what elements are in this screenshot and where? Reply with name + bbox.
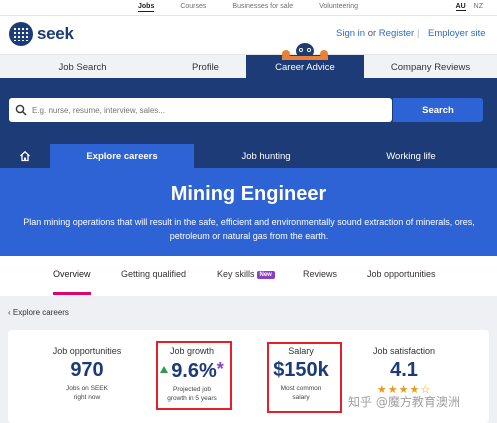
country-switcher: AU NZ: [455, 3, 483, 11]
mascot-icon: [282, 43, 328, 60]
country-au[interactable]: AU: [455, 3, 466, 11]
tab-reviews[interactable]: Reviews: [303, 269, 337, 279]
tab-key-skills-label: Key skills: [217, 269, 255, 279]
highlight-box-salary: [267, 342, 342, 413]
page-title: Mining Engineer: [170, 183, 327, 205]
stat-value: 4.1: [390, 359, 418, 381]
stat-job-satisfaction: Job satisfaction 4.1 ★★★★☆: [358, 346, 450, 396]
search-box: [9, 98, 392, 122]
topbar-link-businesses[interactable]: Businesses for sale: [232, 3, 293, 12]
tab-profile[interactable]: Profile: [165, 55, 246, 79]
search-button[interactable]: Search: [393, 98, 483, 122]
stat-job-opportunities: Job opportunities 970 Jobs on SEEK right…: [28, 346, 146, 402]
sign-in-register: Sign in or Register: [336, 28, 414, 39]
topbar-link-jobs[interactable]: Jobs: [138, 3, 155, 12]
subtab-working-life[interactable]: Working life: [338, 144, 484, 168]
chevron-left-icon: ‹: [8, 308, 11, 317]
stat-sub-2: right now: [73, 394, 101, 401]
seek-logo-icon: [9, 22, 33, 46]
active-tab-indicator: [53, 292, 91, 295]
tab-job-opportunities[interactable]: Job opportunities: [367, 269, 436, 279]
career-description: Plan mining operations that will result …: [23, 217, 475, 241]
sign-in-link[interactable]: Sign in: [336, 28, 365, 39]
watermark-text: 知乎 @魔方教育澳洲: [348, 395, 460, 409]
stat-label: Job opportunities: [52, 346, 122, 356]
seek-logo[interactable]: seek: [9, 22, 74, 46]
tab-job-search[interactable]: Job Search: [0, 55, 165, 79]
stat-sub-1: Jobs on SEEK: [66, 385, 108, 392]
topbar-link-courses[interactable]: Courses: [180, 3, 206, 12]
header-separator: |: [417, 28, 420, 38]
subtab-explore-careers[interactable]: Explore careers: [50, 144, 194, 168]
breadcrumb-explore-careers: Explore careers: [12, 308, 69, 317]
subtab-job-hunting[interactable]: Job hunting: [194, 144, 338, 168]
home-icon: [20, 150, 30, 162]
search-band: Search: [0, 78, 497, 144]
site-header: seek Sign in or Register | Employer site: [0, 16, 497, 54]
stat-value: 970: [70, 359, 104, 381]
tab-getting-qualified[interactable]: Getting qualified: [121, 269, 186, 279]
tab-key-skills[interactable]: Key skills New: [217, 269, 275, 279]
main-nav: Job Search Profile Career Advice Company…: [0, 54, 497, 79]
top-strip: Jobs Courses Businesses for sale Volunte…: [0, 0, 497, 16]
or-text: or: [367, 28, 377, 39]
tab-overview[interactable]: Overview: [53, 269, 91, 279]
home-button[interactable]: [0, 144, 50, 168]
section-tabs: Overview Getting qualified Key skills New…: [0, 256, 497, 296]
tab-company-reviews[interactable]: Company Reviews: [364, 55, 497, 79]
breadcrumb[interactable]: ‹ Explore careers: [8, 308, 69, 317]
employer-site-link[interactable]: Employer site: [428, 28, 486, 39]
search-icon: [15, 104, 27, 116]
search-input[interactable]: [32, 105, 372, 115]
stat-label: Job satisfaction: [372, 346, 436, 356]
career-hero: Mining Engineer Plan mining operations t…: [0, 168, 497, 256]
highlight-box-growth: [156, 341, 232, 410]
sub-nav: Explore careers Job hunting Working life: [0, 144, 497, 168]
logo-text: seek: [37, 24, 74, 43]
country-nz[interactable]: NZ: [474, 3, 483, 11]
register-link[interactable]: Register: [379, 28, 414, 39]
product-links: Jobs Courses Businesses for sale Volunte…: [138, 3, 384, 12]
new-badge: New: [256, 271, 275, 279]
topbar-link-volunteering[interactable]: Volunteering: [319, 3, 358, 12]
